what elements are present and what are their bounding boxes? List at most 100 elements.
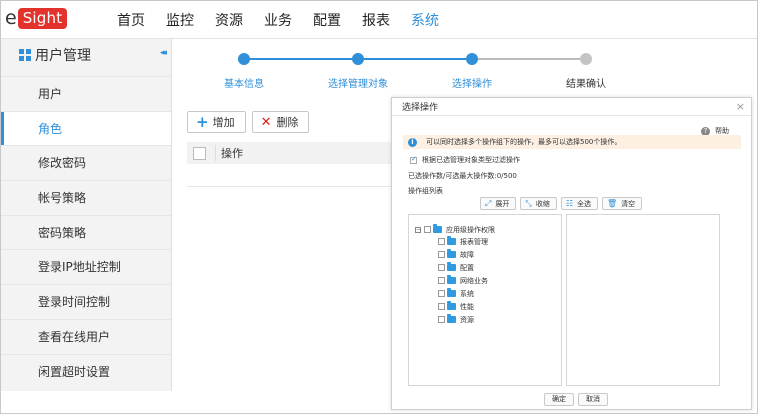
- tree-node-label: 资源: [460, 315, 474, 324]
- sidebar-item-login-time-control[interactable]: 登录时间控制: [1, 284, 171, 319]
- dialog-footer: 确定 取消: [544, 393, 612, 406]
- info-text: 可以同时选择多个操作组下的操作，最多可以选择500个操作。: [426, 138, 622, 146]
- folder-icon: [447, 275, 456, 284]
- step-label-confirm: 结果确认: [566, 79, 606, 90]
- select-operation-dialog: 选择操作 × ? 帮助 i 可以同时选择多个操作组下的操作，最多可以选择500个…: [391, 97, 752, 410]
- tree-checkbox[interactable]: [438, 238, 445, 245]
- selected-operations-pane[interactable]: [566, 214, 720, 386]
- table-header: 操作: [187, 142, 407, 164]
- tree-checkbox[interactable]: [438, 264, 445, 271]
- step-connector: [238, 58, 352, 60]
- tree-checkbox[interactable]: [424, 226, 431, 233]
- dialog-title: 选择操作: [402, 103, 439, 113]
- collapse-tree-icon: ⤡: [525, 198, 532, 208]
- sidebar-item-account-policy[interactable]: 帐号策略: [1, 180, 171, 215]
- tree-node-config[interactable]: 配置: [438, 261, 495, 274]
- tree-checkbox[interactable]: [438, 290, 445, 297]
- expand-icon: ⤢: [485, 198, 492, 208]
- tree-node-performance[interactable]: 性能: [438, 300, 495, 313]
- x-icon: ✕: [260, 114, 272, 130]
- tree-root-label: 应用级操作权限: [446, 225, 495, 234]
- delete-button[interactable]: ✕ 删除: [251, 111, 310, 133]
- close-icon[interactable]: ×: [736, 101, 745, 112]
- nav-item-business[interactable]: 业务: [264, 10, 292, 30]
- sidebar-item-change-password[interactable]: 修改密码: [1, 145, 171, 181]
- nav-item-monitor[interactable]: 监控: [166, 10, 194, 30]
- top-nav-bar: e Sight 首页 监控 资源 业务 配置 报表 系统: [1, 1, 757, 39]
- add-button[interactable]: + 增加: [187, 111, 246, 133]
- tree-node-network-business[interactable]: 网络业务: [438, 274, 495, 287]
- cancel-button[interactable]: 取消: [578, 393, 608, 406]
- tree-node-label: 网络业务: [460, 276, 488, 285]
- step-connector: [352, 58, 466, 60]
- sidebar-item-user[interactable]: 用户: [1, 76, 171, 111]
- nav-item-resource[interactable]: 资源: [215, 10, 243, 30]
- collapse-label: 收缩: [535, 199, 550, 208]
- filter-label: 根据已选管理对象类型过滤操作: [422, 156, 520, 164]
- sidebar-item-role[interactable]: 角色: [1, 110, 171, 146]
- tree-node-label: 报表管理: [460, 237, 488, 246]
- plus-icon: +: [196, 112, 209, 131]
- tree-node-system[interactable]: 系统: [438, 287, 495, 300]
- sidebar-title: 用户管理: [35, 47, 91, 64]
- sidebar-item-password-policy[interactable]: 密码策略: [1, 214, 171, 250]
- tree-node-label: 故障: [460, 250, 474, 259]
- tree-root[interactable]: − 应用级操作权限: [415, 224, 495, 235]
- tree-node-resource[interactable]: 资源: [438, 313, 495, 326]
- step-dot-select-operations: [466, 53, 478, 65]
- filter-option[interactable]: 根据已选管理对象类型过滤操作: [410, 155, 520, 165]
- collapse-button[interactable]: ⤡ 收缩: [520, 197, 557, 210]
- column-header-operation: 操作: [215, 145, 243, 161]
- step-dot-basic-info: [238, 53, 250, 65]
- nav-item-report[interactable]: 报表: [362, 10, 390, 30]
- folder-icon: [447, 288, 456, 297]
- tree-checkbox[interactable]: [438, 251, 445, 258]
- sidebar-item-idle-timeout[interactable]: 闲置超时设置: [1, 353, 171, 389]
- sidebar: 用户管理 ◂◂ 用户 角色 修改密码 帐号策略 密码策略 登录IP地址控制 登录…: [1, 39, 172, 391]
- selection-count: 已选操作数/可选最大操作数:0/500: [408, 172, 517, 180]
- info-icon: i: [408, 137, 417, 147]
- sidebar-header: 用户管理 ◂◂: [1, 39, 171, 70]
- tree-node-report[interactable]: 报表管理: [438, 235, 495, 248]
- toolbar: + 增加 ✕ 删除: [187, 111, 315, 133]
- logo-box: Sight: [17, 7, 68, 29]
- folder-icon: [447, 249, 456, 258]
- expand-button[interactable]: ⤢ 展开: [480, 197, 517, 210]
- ok-button[interactable]: 确定: [544, 393, 574, 406]
- dialog-title-bar: 选择操作 ×: [392, 98, 751, 116]
- expand-label: 展开: [495, 199, 510, 208]
- folder-icon: [447, 236, 456, 245]
- step-dot-confirm: [580, 53, 592, 65]
- filter-checkbox[interactable]: [410, 155, 417, 164]
- tree-checkbox[interactable]: [438, 316, 445, 323]
- nav-item-home[interactable]: 首页: [117, 10, 145, 30]
- wizard-steps: 基本信息 选择管理对象 选择操作 结果确认: [224, 53, 606, 93]
- nav-item-system[interactable]: 系统: [411, 10, 439, 30]
- clear-button[interactable]: 🗑 清空: [601, 197, 643, 210]
- operation-tree-pane: − 应用级操作权限 报表管理 故障 配置 网络业务 系统 性能 资源: [408, 214, 562, 386]
- step-label-basic-info: 基本信息: [224, 79, 264, 90]
- select-all-checkbox[interactable]: [193, 146, 206, 160]
- select-all-label: 全选: [576, 199, 591, 208]
- tree-node-label: 系统: [460, 289, 474, 298]
- step-label-select-objects: 选择管理对象: [328, 79, 388, 90]
- folder-icon: [447, 262, 456, 271]
- tree-node-label: 配置: [460, 263, 474, 272]
- operation-group-label: 操作组列表: [408, 187, 443, 195]
- collapse-icon[interactable]: ◂◂: [160, 48, 167, 58]
- grid-icon: [19, 48, 31, 61]
- step-connector: [466, 58, 580, 60]
- step-label-select-operations: 选择操作: [452, 79, 492, 90]
- logo-prefix: e: [5, 7, 17, 29]
- tree-actions: ⤢ 展开 ⤡ 收缩 ☷ 全选 🗑 清空: [480, 197, 646, 210]
- esight-logo: e Sight: [5, 6, 68, 30]
- tree-checkbox[interactable]: [438, 277, 445, 284]
- nav-item-config[interactable]: 配置: [313, 10, 341, 30]
- sidebar-item-online-users[interactable]: 查看在线用户: [1, 318, 171, 354]
- tree-node-fault[interactable]: 故障: [438, 248, 495, 261]
- table-divider: [187, 186, 407, 187]
- select-all-button[interactable]: ☷ 全选: [560, 197, 598, 210]
- tree-checkbox[interactable]: [438, 303, 445, 310]
- collapse-node-icon[interactable]: −: [415, 226, 421, 233]
- sidebar-item-login-ip-control[interactable]: 登录IP地址控制: [1, 249, 171, 285]
